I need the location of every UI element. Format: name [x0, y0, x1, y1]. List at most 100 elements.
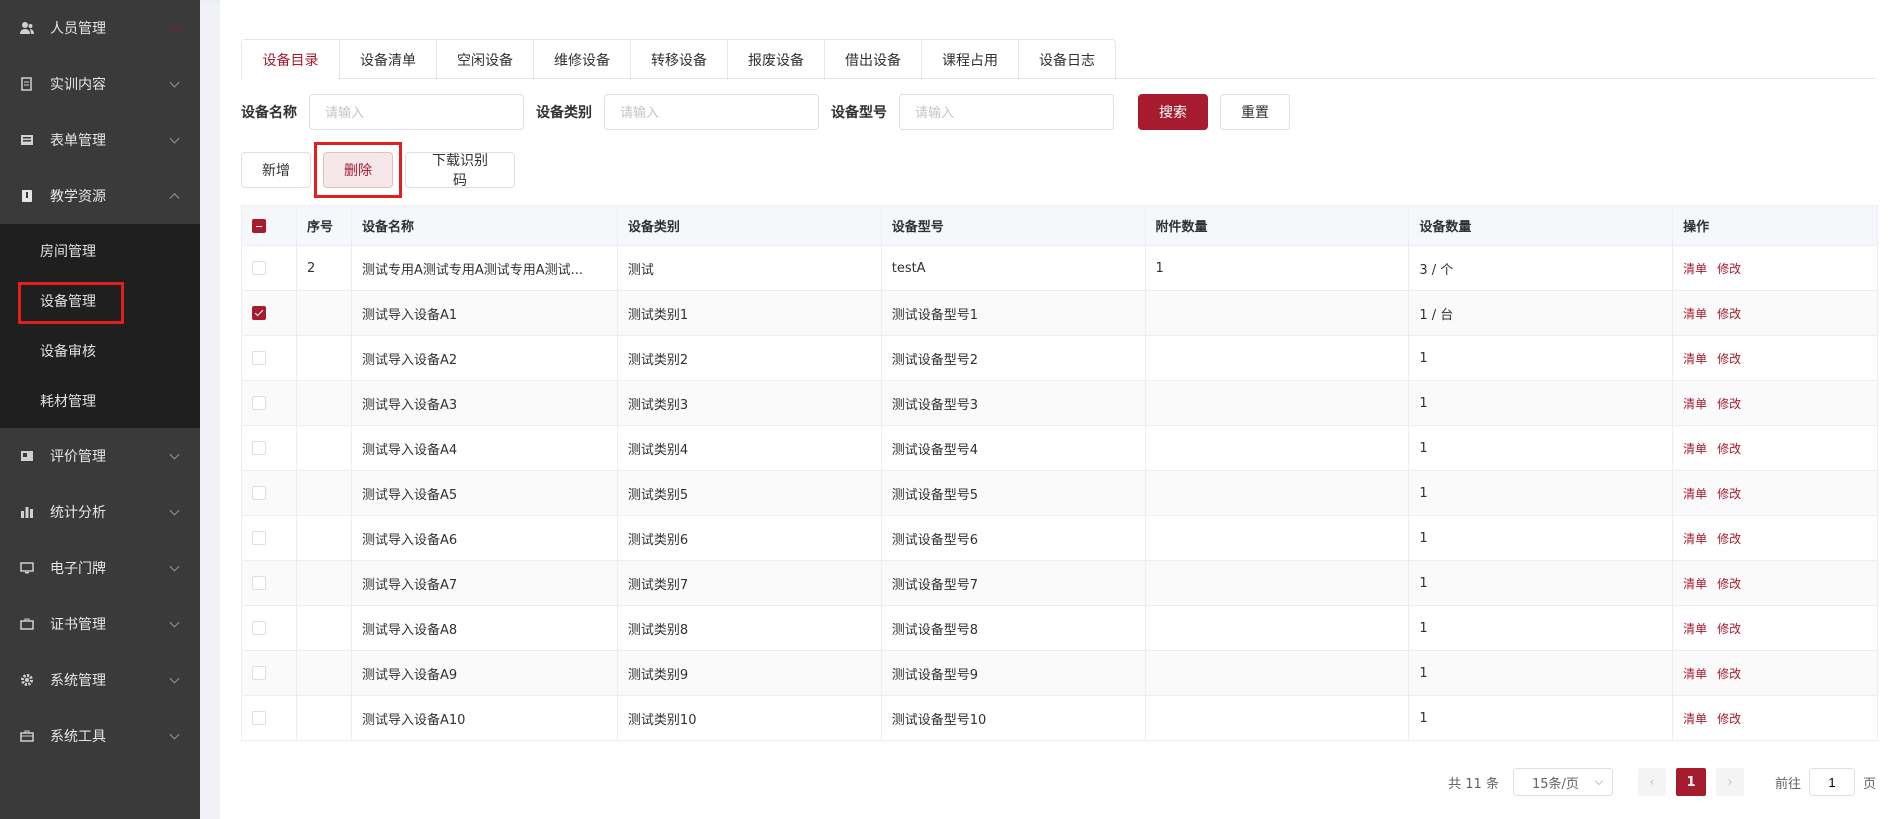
list-link[interactable]: 清单 — [1683, 352, 1707, 366]
row-select-cell — [241, 245, 297, 291]
row-checkbox[interactable] — [252, 261, 266, 275]
edit-link[interactable]: 修改 — [1717, 397, 1741, 411]
list-link[interactable]: 清单 — [1683, 442, 1707, 456]
menu-item-door-sign[interactable]: 电子门牌 — [0, 540, 200, 596]
edit-link[interactable]: 修改 — [1717, 442, 1741, 456]
menu-item-forms[interactable]: 表单管理 — [0, 112, 200, 168]
edit-link[interactable]: 修改 — [1717, 307, 1741, 321]
table-row[interactable]: 测试导入设备A6 测试类别6 测试设备型号6 1 清单 修改 — [241, 515, 1878, 561]
menu-label: 实训内容 — [50, 77, 106, 93]
list-link[interactable]: 清单 — [1683, 622, 1707, 636]
list-link[interactable]: 清单 — [1683, 667, 1707, 681]
table-row[interactable]: 测试导入设备A1 测试类别1 测试设备型号1 1 / 台清单 修改 — [241, 290, 1878, 336]
table-row[interactable]: 测试导入设备A10 测试类别10 测试设备型号10 1 清单 修改 — [241, 695, 1878, 741]
list-link[interactable]: 清单 — [1683, 577, 1707, 591]
edit-link[interactable]: 修改 — [1717, 712, 1741, 726]
edit-link[interactable]: 修改 — [1717, 262, 1741, 276]
tab-idle-equipment[interactable]: 空闲设备 — [436, 40, 533, 80]
reset-button[interactable]: 重置 — [1220, 94, 1290, 130]
list-link[interactable]: 清单 — [1683, 532, 1707, 546]
tab-course-occupancy[interactable]: 课程占用 — [921, 40, 1018, 80]
list-link[interactable]: 清单 — [1683, 712, 1707, 726]
tab-scrapped-equipment[interactable]: 报废设备 — [727, 40, 824, 80]
download-qrcode-button[interactable]: 下载识别码 — [405, 152, 515, 188]
table-row[interactable]: 测试导入设备A3 测试类别3 测试设备型号3 1 清单 修改 — [241, 380, 1878, 426]
row-checkbox[interactable] — [252, 576, 266, 590]
tab-equipment-list[interactable]: 设备清单 — [339, 40, 436, 80]
cell-type: 测试类别8 — [616, 605, 882, 651]
cell-type: 测试类别4 — [616, 425, 882, 471]
row-checkbox[interactable] — [252, 666, 266, 680]
edit-link[interactable]: 修改 — [1717, 532, 1741, 546]
chevron-down-icon — [169, 729, 180, 740]
table-row[interactable]: 2 测试专用A测试专用A测试专用A测试... 测试 testA 1 3 / 个清单 修改 — [241, 245, 1878, 291]
delete-button[interactable]: 删除 — [323, 152, 393, 188]
table-row[interactable]: 测试导入设备A4 测试类别4 测试设备型号4 1 清单 修改 — [241, 425, 1878, 471]
chevron-left-icon: ‹ — [1649, 774, 1655, 790]
table-row[interactable]: 测试导入设备A8 测试类别8 测试设备型号8 1 清单 修改 — [241, 605, 1878, 651]
row-checkbox[interactable] — [252, 351, 266, 365]
row-checkbox[interactable] — [252, 621, 266, 635]
tab-lent-equipment[interactable]: 借出设备 — [824, 40, 921, 80]
cell-actions: 清单 修改 — [1672, 605, 1878, 651]
edit-link[interactable]: 修改 — [1717, 622, 1741, 636]
list-link[interactable]: 清单 — [1683, 487, 1707, 501]
type-input[interactable] — [604, 94, 819, 130]
submenu-item-equipment-review[interactable]: 设备审核 — [0, 326, 200, 376]
menu-item-system-tools[interactable]: 系统工具 — [0, 708, 200, 764]
add-button[interactable]: 新增 — [241, 152, 311, 188]
submenu-item-consumables[interactable]: 耗材管理 — [0, 376, 200, 426]
submenu-item-rooms[interactable]: 房间管理 — [0, 226, 200, 276]
menu-item-teaching-resources[interactable]: 教学资源 — [0, 168, 200, 224]
row-checkbox[interactable] — [252, 441, 266, 455]
next-page-button[interactable]: › — [1715, 768, 1744, 796]
menu-item-statistics[interactable]: 统计分析 — [0, 484, 200, 540]
cell-actions: 清单 修改 — [1672, 695, 1878, 741]
search-button[interactable]: 搜索 — [1138, 94, 1208, 130]
cell-name-text: 测试导入设备A9 — [361, 667, 458, 683]
tab-equipment-log[interactable]: 设备日志 — [1018, 40, 1115, 80]
row-checkbox[interactable] — [252, 711, 266, 725]
submenu-item-equipment[interactable]: 设备管理 — [0, 276, 200, 326]
goto-page-input[interactable] — [1808, 768, 1855, 796]
row-checkbox[interactable] — [252, 306, 266, 320]
row-checkbox[interactable] — [252, 396, 266, 410]
table-row[interactable]: 测试导入设备A7 测试类别7 测试设备型号7 1 清单 修改 — [241, 560, 1878, 606]
table-row[interactable]: 测试导入设备A2 测试类别2 测试设备型号2 1 清单 修改 — [241, 335, 1878, 381]
table-row[interactable]: 测试导入设备A5 测试类别5 测试设备型号5 1 清单 修改 — [241, 470, 1878, 516]
select-all-checkbox[interactable] — [252, 218, 266, 233]
page-number-current[interactable]: 1 — [1675, 768, 1706, 796]
model-input[interactable] — [899, 94, 1114, 130]
cell-attachments — [1144, 650, 1410, 696]
list-link[interactable]: 清单 — [1683, 307, 1707, 321]
edit-link[interactable]: 修改 — [1717, 577, 1741, 591]
edit-link[interactable]: 修改 — [1717, 487, 1741, 501]
header-attachments: 附件数量 — [1144, 205, 1410, 246]
cell-name-text: 测试导入设备A6 — [361, 532, 458, 548]
table-row[interactable]: 测试导入设备A9 测试类别9 测试设备型号9 1 清单 修改 — [241, 650, 1878, 696]
submenu-teaching-resources: 房间管理 设备管理 设备审核 耗材管理 — [0, 224, 200, 428]
menu-item-personnel[interactable]: 人员管理 — [0, 0, 200, 56]
name-input[interactable] — [309, 94, 524, 130]
menu-label: 系统工具 — [50, 729, 106, 745]
tab-transfer-equipment[interactable]: 转移设备 — [630, 40, 727, 80]
tab-equipment-catalog[interactable]: 设备目录 — [242, 40, 339, 80]
cell-quantity: 1 — [1408, 605, 1674, 651]
row-checkbox[interactable] — [252, 486, 266, 500]
cell-name: 测试导入设备A5 — [350, 470, 618, 516]
cell-actions: 清单 修改 — [1672, 425, 1878, 471]
chevron-down-icon — [169, 561, 180, 572]
page-size-select[interactable]: 15条/页 — [1512, 768, 1613, 796]
row-checkbox[interactable] — [252, 531, 266, 545]
menu-item-system-admin[interactable]: 系统管理 — [0, 652, 200, 708]
prev-page-button[interactable]: ‹ — [1637, 768, 1666, 796]
list-link[interactable]: 清单 — [1683, 397, 1707, 411]
menu-item-certificates[interactable]: 证书管理 — [0, 596, 200, 652]
cell-model: testA — [880, 245, 1146, 291]
edit-link[interactable]: 修改 — [1717, 352, 1741, 366]
menu-item-training[interactable]: 实训内容 — [0, 56, 200, 112]
menu-item-evaluation[interactable]: 评价管理 — [0, 428, 200, 484]
list-link[interactable]: 清单 — [1683, 262, 1707, 276]
edit-link[interactable]: 修改 — [1717, 667, 1741, 681]
tab-repair-equipment[interactable]: 维修设备 — [533, 40, 630, 80]
